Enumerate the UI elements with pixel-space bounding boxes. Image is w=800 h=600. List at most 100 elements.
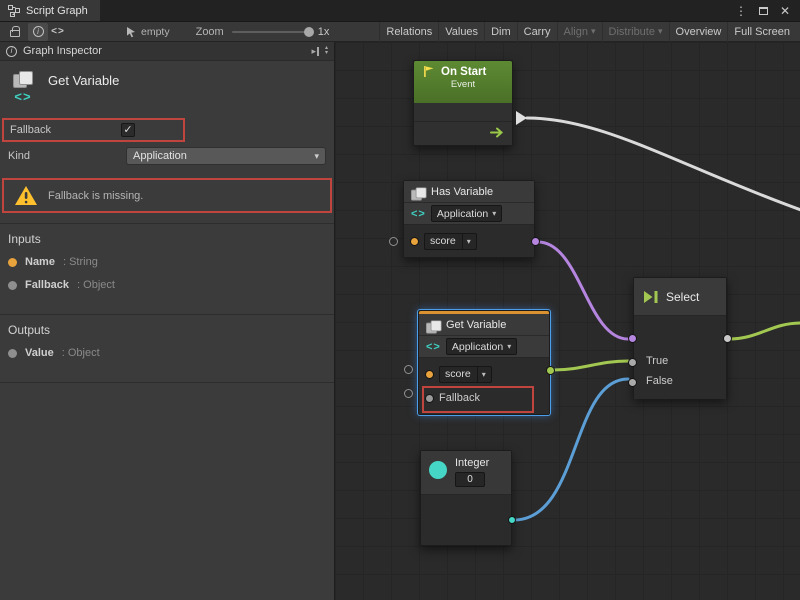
kebab-menu-icon[interactable]: ⋮ — [732, 2, 750, 20]
code-icon: <> — [51, 26, 65, 37]
inspector-toggle-button[interactable]: i — [28, 23, 48, 41]
button-values[interactable]: Values — [438, 22, 484, 42]
inputs-section: Inputs Name : String Fallback : Object — [0, 224, 334, 314]
wire-value-select-out — [729, 323, 800, 339]
button-relations[interactable]: Relations — [379, 22, 438, 42]
variables-icon — [13, 71, 33, 87]
has-variable-kind-row: <> Application ▾ — [404, 203, 534, 225]
caret-down-icon: ▾ — [591, 26, 596, 37]
kind-row: Kind Application ▾ — [0, 142, 334, 170]
outputs-header: Outputs — [8, 323, 326, 337]
has-variable-header: Has Variable — [404, 181, 534, 203]
kind-dropdown[interactable]: Application ▾ — [431, 205, 502, 222]
maximize-icon[interactable] — [754, 2, 772, 20]
button-dim[interactable]: Dim — [484, 22, 517, 42]
kind-dropdown[interactable]: Application ▾ — [126, 147, 326, 165]
warning-icon — [14, 185, 38, 206]
zoom-slider-thumb[interactable] — [304, 27, 314, 37]
get-variable-header: Get Variable — [419, 314, 549, 336]
unit-title: Get Variable — [48, 71, 119, 104]
code-icon: <> — [14, 89, 31, 104]
check-icon: ✓ — [123, 125, 132, 136]
bool-output-port[interactable] — [531, 237, 540, 246]
caret-down-icon: ▾ — [314, 151, 319, 162]
panel-scroll-icon[interactable]: ▴▾ — [325, 46, 328, 56]
fallback-checkbox[interactable]: ✓ — [121, 123, 135, 137]
inspector-title: Graph Inspector — [23, 45, 102, 57]
value-output-port[interactable] — [546, 366, 555, 375]
button-align[interactable]: Align ▾ — [557, 22, 602, 42]
variable-name-dropdown[interactable]: score ▾ — [439, 366, 492, 383]
tab-title: Script Graph — [26, 5, 88, 17]
info-icon: i — [33, 26, 44, 37]
exec-arrow-icon[interactable] — [490, 127, 506, 138]
button-distribute[interactable]: Distribute ▾ — [602, 22, 669, 42]
variables-icon — [426, 320, 438, 329]
selection-cursor-icon — [126, 26, 137, 38]
on-start-body — [414, 103, 512, 145]
port-dot-object — [8, 281, 17, 290]
true-port-label: True — [646, 355, 668, 367]
select-icon — [643, 290, 659, 304]
fallback-field-label: Fallback — [10, 124, 121, 136]
graph-inspector-panel: i Graph Inspector ▸ ▴▾ <> Get Variable F… — [0, 42, 335, 600]
caret-down-icon: ▾ — [462, 234, 471, 249]
dock-right-icon[interactable]: ▸ — [311, 46, 319, 57]
variable-name-dropdown[interactable]: score ▾ — [424, 233, 477, 250]
false-input-port[interactable] — [628, 378, 637, 387]
wire-value-getvariable-select-true — [553, 361, 628, 370]
window-controls: ⋮ ✕ — [732, 0, 800, 21]
zoom-slider[interactable] — [232, 31, 312, 33]
annotation-box-fallback-port — [422, 386, 534, 413]
script-graph-window: Script Graph ⋮ ✕ i <> empty Zoom 1x Rela… — [0, 0, 800, 600]
code-icon: <> — [426, 341, 441, 353]
integer-body — [421, 495, 511, 545]
caret-down-icon: ▾ — [658, 26, 663, 37]
name-input-port[interactable] — [410, 237, 419, 246]
condition-input-port[interactable] — [628, 334, 637, 343]
lock-icon[interactable] — [10, 30, 20, 37]
flag-icon — [422, 65, 435, 78]
node-select[interactable]: Select True False — [633, 277, 727, 399]
integer-value-field[interactable]: 0 — [455, 472, 485, 487]
wire-exec-onstart — [527, 118, 800, 210]
integer-header: Integer 0 — [421, 451, 511, 495]
integer-icon — [429, 461, 447, 479]
node-integer[interactable]: Integer 0 — [420, 450, 512, 546]
zoom-value: 1x — [318, 26, 330, 38]
zoom-label: Zoom — [196, 26, 224, 38]
get-variable-kind-row: <> Application ▾ — [419, 336, 549, 358]
unconnected-port-indicator[interactable] — [389, 237, 398, 246]
tab-script-graph[interactable]: Script Graph — [0, 0, 100, 21]
on-start-header: On Start Event — [414, 61, 512, 103]
node-title: On Start — [441, 66, 486, 78]
kind-dropdown[interactable]: Application ▾ — [446, 338, 517, 355]
button-overview[interactable]: Overview — [669, 22, 728, 42]
unconnected-port-indicator[interactable] — [404, 389, 413, 398]
has-variable-ports: score ▾ — [404, 225, 534, 257]
caret-down-icon: ▾ — [477, 367, 486, 382]
caret-down-icon: ▾ — [507, 342, 511, 351]
code-view-button[interactable]: <> — [48, 23, 68, 41]
true-input-port[interactable] — [628, 358, 637, 367]
int-output-port[interactable] — [508, 516, 516, 524]
graph-canvas[interactable]: On Start Event Has Variable <> Applica — [335, 42, 800, 600]
node-on-start[interactable]: On Start Event — [413, 60, 513, 146]
inspector-header: i Graph Inspector ▸ ▴▾ — [0, 42, 334, 61]
button-full-screen[interactable]: Full Screen — [727, 22, 796, 42]
kind-label: Kind — [8, 150, 126, 162]
inputs-header: Inputs — [8, 232, 326, 246]
button-carry[interactable]: Carry — [517, 22, 557, 42]
unconnected-port-indicator[interactable] — [404, 365, 413, 374]
selection-output-port[interactable] — [723, 334, 732, 343]
variables-icon — [411, 187, 423, 196]
port-dot-string — [8, 258, 17, 267]
node-title: Has Variable — [431, 186, 493, 198]
name-input-port[interactable] — [425, 370, 434, 379]
node-subtitle: Event — [422, 79, 504, 90]
warning-text: Fallback is missing. — [48, 190, 143, 202]
wire-bool-hasvariable-select — [538, 242, 628, 339]
close-icon[interactable]: ✕ — [776, 2, 794, 20]
toolbar-button-group: Relations Values Dim Carry Align ▾ Distr… — [379, 22, 796, 42]
node-has-variable[interactable]: Has Variable <> Application ▾ score ▾ — [403, 180, 535, 258]
